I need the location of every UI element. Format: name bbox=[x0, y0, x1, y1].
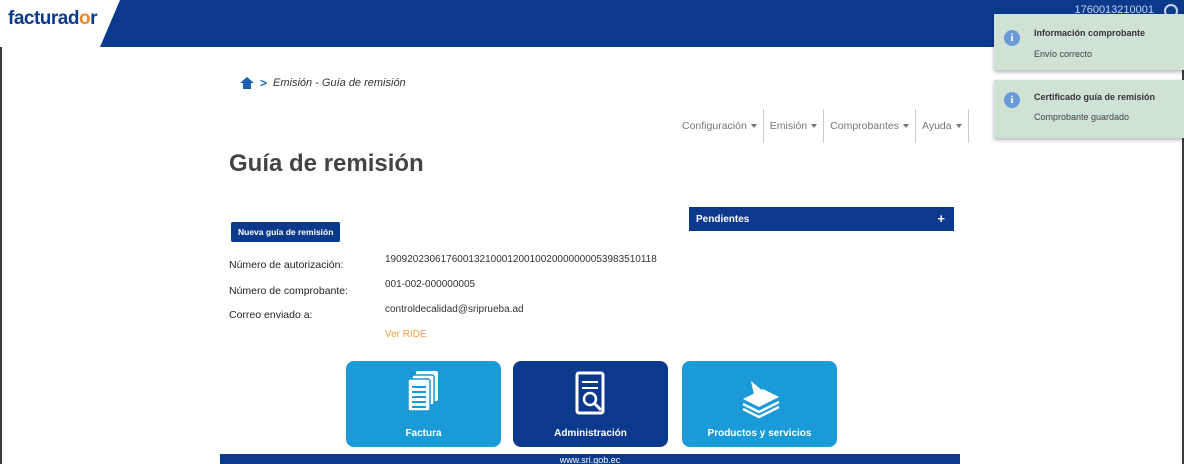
app-logo[interactable]: facturador bbox=[8, 8, 97, 30]
menu-label: Comprobantes bbox=[830, 120, 900, 132]
view-ride-link[interactable]: Ver RIDE bbox=[385, 329, 427, 340]
menu-label: Configuración bbox=[682, 120, 747, 132]
info-icon: i bbox=[1004, 30, 1020, 46]
tile-label: Productos y servicios bbox=[707, 428, 812, 439]
toast-certificado[interactable]: i Certificado guía de remisión Comproban… bbox=[994, 80, 1184, 138]
page-title: Guía de remisión bbox=[229, 150, 424, 177]
voucher-number-value: 001-002-000000005 bbox=[385, 279, 476, 290]
tile-factura[interactable]: Factura bbox=[346, 361, 501, 447]
breadcrumb-text: Emisión - Guía de remisión bbox=[273, 77, 406, 89]
toast-message: Envío correcto bbox=[1034, 49, 1093, 59]
caret-down-icon bbox=[903, 124, 910, 128]
logo-text-prefix: facturad bbox=[8, 8, 79, 29]
tile-administracion[interactable]: Administración bbox=[513, 361, 668, 447]
breadcrumb: > Emisión - Guía de remisión bbox=[240, 76, 406, 90]
expand-icon[interactable]: + bbox=[937, 211, 945, 226]
tile-label: Factura bbox=[405, 428, 442, 439]
logo-text-dot: o bbox=[78, 8, 91, 29]
caret-down-icon bbox=[955, 124, 962, 128]
pending-label: Pendientes bbox=[696, 214, 750, 225]
auth-number-value: 1909202306176001321000120010020000000053… bbox=[385, 254, 657, 265]
voucher-number-label: Número de comprobante: bbox=[229, 285, 349, 297]
caret-down-icon bbox=[811, 124, 818, 128]
info-icon: i bbox=[1004, 92, 1020, 108]
logo-text-suffix: r bbox=[90, 8, 97, 29]
main-menu: Configuración Emisión Comprobantes Ayuda bbox=[676, 109, 969, 143]
menu-label: Emisión bbox=[769, 120, 808, 132]
home-icon[interactable] bbox=[240, 77, 254, 89]
footer: www.sri.gob.ec bbox=[220, 454, 960, 464]
toast-info-comprobante[interactable]: i Información comprobante Envío correcto bbox=[994, 14, 1184, 70]
email-label: Correo enviado a: bbox=[229, 309, 313, 321]
menu-ayuda[interactable]: Ayuda bbox=[916, 109, 969, 143]
stack-layers-icon bbox=[741, 381, 780, 419]
documents-icon bbox=[406, 371, 438, 412]
auth-number-label: Número de autorización: bbox=[229, 259, 344, 271]
caret-down-icon bbox=[750, 124, 757, 128]
new-waybill-button[interactable]: Nueva guía de remisión bbox=[231, 222, 341, 242]
footer-link[interactable]: www.sri.gob.ec bbox=[560, 455, 621, 464]
pending-panel-header[interactable]: Pendientes + bbox=[689, 207, 954, 231]
document-search-icon bbox=[575, 371, 604, 415]
tile-productos-servicios[interactable]: Productos y servicios bbox=[682, 361, 837, 447]
menu-configuracion[interactable]: Configuración bbox=[676, 109, 764, 143]
menu-emision[interactable]: Emisión bbox=[764, 109, 825, 143]
chevron-right-icon: > bbox=[260, 76, 268, 90]
menu-comprobantes[interactable]: Comprobantes bbox=[824, 109, 917, 143]
logo-area: facturador bbox=[0, 0, 120, 47]
menu-label: Ayuda bbox=[922, 120, 952, 132]
email-value: controldecalidad@sriprueba.ad bbox=[385, 304, 524, 315]
toast-message: Comprobante guardado bbox=[1034, 112, 1130, 122]
toast-title: Certificado guía de remisión bbox=[1034, 92, 1156, 102]
tile-label: Administración bbox=[554, 428, 627, 439]
toast-title: Información comprobante bbox=[1034, 28, 1146, 38]
